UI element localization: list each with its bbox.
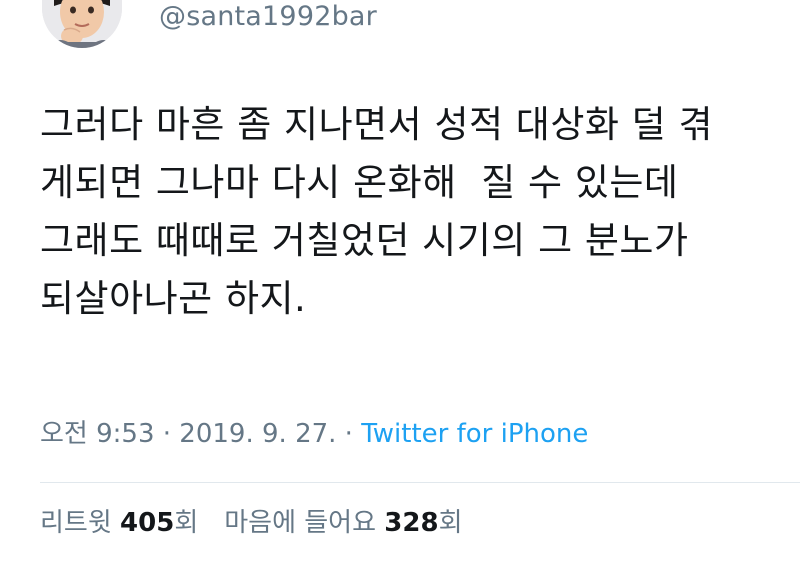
tweet-line: 되살아나곤 하지. xyxy=(40,277,307,320)
divider xyxy=(40,482,800,483)
meta-separator: · xyxy=(336,419,362,449)
retweets-label: 리트윗 xyxy=(40,508,112,538)
retweets-stat[interactable]: 리트윗 405회 xyxy=(40,508,198,538)
retweets-suffix: 회 xyxy=(174,508,199,538)
tweet-time: 오전 9:53 xyxy=(40,419,155,449)
animoji-avatar-icon xyxy=(42,0,122,48)
tweet-meta: 오전 9:53 · 2019. 9. 27. · Twitter for iPh… xyxy=(40,414,588,454)
likes-suffix: 회 xyxy=(438,508,463,538)
profile-avatar[interactable] xyxy=(42,0,122,48)
likes-stat[interactable]: 마음에 들어요 328회 xyxy=(224,508,462,538)
meta-separator: · xyxy=(154,419,180,449)
tweet-date: 2019. 9. 27. xyxy=(179,419,337,449)
tweet-source-link[interactable]: Twitter for iPhone xyxy=(361,419,588,449)
likes-label: 마음에 들어요 xyxy=(224,508,377,538)
tweet-line: 그래도 때때로 거칠었던 시기의 그 분노가 xyxy=(40,219,689,262)
tweet-body: 그러다 마흔 좀 지나면서 성적 대상화 덜 겪 게되면 그나마 다시 온화해 … xyxy=(40,96,780,328)
retweets-count: 405 xyxy=(120,508,175,538)
tweet-stats: 리트윗 405회 마음에 들어요 328회 xyxy=(40,503,463,543)
tweet-line: 게되면 그나마 다시 온화해 질 수 있는데 xyxy=(40,161,679,204)
tweet-line: 그러다 마흔 좀 지나면서 성적 대상화 덜 겪 xyxy=(40,103,714,146)
user-handle[interactable]: @santa1992bar xyxy=(159,1,377,33)
likes-count: 328 xyxy=(384,508,439,538)
tweet-header: @santa1992bar xyxy=(0,0,800,60)
